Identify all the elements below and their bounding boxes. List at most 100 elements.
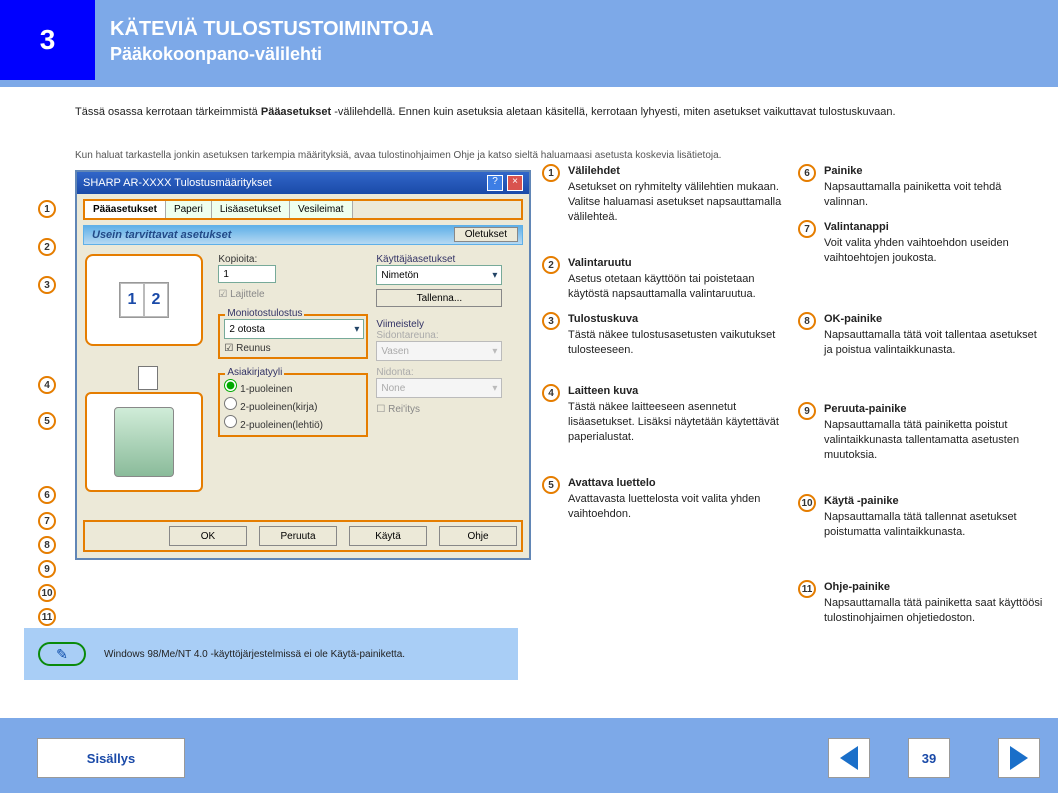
prev-page-button[interactable] (828, 738, 870, 778)
close-icon[interactable]: × (507, 175, 523, 191)
dialog-content: 1 2 Kopioita: 1 ☑ Lajittele Moniotostulo… (77, 250, 529, 496)
banner-text: Usein tarvittavat asetukset (92, 229, 231, 241)
staple-dropdown: None (376, 378, 502, 398)
note-box: ✎ Windows 98/Me/NT 4.0 -käyttöjärjestelm… (24, 628, 518, 680)
save-userset-button[interactable]: Tallenna... (376, 289, 502, 307)
ok-button[interactable]: OK (169, 526, 247, 546)
right-column: Käyttäjäasetukset Nimetön Tallenna... Vi… (376, 254, 521, 492)
preview-pages: 1 2 (119, 282, 169, 318)
tab-advanced[interactable]: Lisäasetukset (212, 201, 290, 218)
staple-label: Nidonta: (376, 367, 521, 378)
binding-dropdown: Vasen (376, 341, 502, 361)
help-button[interactable]: Ohje (439, 526, 517, 546)
userset-title: Käyttäjäasetukset (376, 254, 521, 265)
desc-3: TulostuskuvaTästä näkee tulostusasetuste… (568, 312, 788, 358)
preview-page-2: 2 (144, 283, 168, 317)
desc-5: Avattava luetteloAvattavasta luettelosta… (568, 476, 788, 522)
nup-group-title: Moniotostulostus (225, 308, 304, 319)
desc-8: OK-painikeNapsauttamalla tätä voit talle… (824, 312, 1044, 358)
docstyle-opt2[interactable]: 2-puoleinen(kirja) (224, 396, 362, 414)
tab-paper[interactable]: Paperi (166, 201, 212, 218)
page-subtitle: Pääkokoonpano-välilehti (110, 44, 322, 65)
userset-dropdown[interactable]: Nimetön (376, 265, 502, 285)
copies-label: Kopioita: (218, 254, 368, 265)
page-title: KÄTEVIÄ TULOSTUSTOIMINTOJA (110, 18, 434, 41)
desc-num-1: 1 (542, 164, 560, 182)
desc-4: Laitteen kuvaTästä näkee laitteeseen ase… (568, 384, 788, 444)
callout-9: 9 (38, 560, 56, 578)
desc-num-4: 4 (542, 384, 560, 402)
desc-11: Ohje-painikeNapsauttamalla tätä painiket… (824, 580, 1044, 626)
callout-2: 2 (38, 238, 56, 256)
docstyle-group: Asiakirjatyyli 1-puoleinen 2-puoleinen(k… (218, 373, 368, 437)
printer-icon (114, 407, 174, 477)
docstyle-opt1[interactable]: 1-puoleinen (224, 378, 362, 396)
footer: Sisällys 39 (0, 718, 1058, 793)
callout-1: 1 (38, 200, 56, 218)
desc-9: Peruuta-painikeNapsauttamalla tätä paini… (824, 402, 1044, 462)
apply-button[interactable]: Käytä (349, 526, 427, 546)
desc-num-11: 11 (798, 580, 816, 598)
callout-5: 5 (38, 412, 56, 430)
desc-1: VälilehdetAsetukset on ryhmitelty välile… (568, 164, 788, 224)
desc-num-5: 5 (542, 476, 560, 494)
nup-dropdown[interactable]: 2 otosta (224, 319, 364, 339)
chevron-right-icon (1010, 746, 1028, 770)
mid-column: Kopioita: 1 ☑ Lajittele Moniotostulostus… (218, 254, 368, 492)
preview-column: 1 2 (85, 254, 210, 492)
docstyle-opt3[interactable]: 2-puoleinen(lehtiö) (224, 414, 362, 432)
titlebar-help-icon[interactable]: ? (487, 175, 503, 191)
page-number: 39 (908, 738, 950, 778)
cancel-button[interactable]: Peruuta (259, 526, 337, 546)
intro-link: Pääasetukset (261, 106, 331, 118)
note-text: Windows 98/Me/NT 4.0 -käyttöjärjestelmis… (104, 648, 504, 661)
chapter-number: 3 (0, 0, 95, 80)
dialog-title: SHARP AR-XXXX Tulostusmääritykset (83, 177, 272, 189)
copies-input[interactable]: 1 (218, 265, 276, 283)
tab-main[interactable]: Pääasetukset (85, 201, 166, 218)
desc-7: ValintanappiVoit valita yhden vaihtoehdo… (824, 220, 1044, 266)
intro-before: Tässä osassa kerrotaan tärkeimmistä (75, 106, 261, 118)
desc-num-8: 8 (798, 312, 816, 330)
desc-2: ValintaruutuAsetus otetaan käyttöön tai … (568, 256, 788, 302)
callout-3: 3 (38, 276, 56, 294)
callout-6: 6 (38, 486, 56, 504)
desc-num-9: 9 (798, 402, 816, 420)
tab-bar: Pääasetukset Paperi Lisäasetukset Vesile… (83, 199, 523, 220)
defaults-button[interactable]: Oletukset (454, 227, 518, 242)
tab-watermarks[interactable]: Vesileimat (290, 201, 353, 218)
binding-label: Sidontareuna: (376, 330, 521, 341)
finish-title: Viimeistely (376, 319, 521, 330)
desc-num-10: 10 (798, 494, 816, 512)
desc-num-6: 6 (798, 164, 816, 182)
callout-7: 7 (38, 512, 56, 530)
nup-group: Moniotostulostus 2 otosta ☑ Reunus (218, 314, 368, 359)
note-icon: ✎ (38, 642, 86, 666)
document-icon (138, 366, 158, 390)
driver-dialog: SHARP AR-XXXX Tulostusmääritykset ? × Pä… (75, 170, 531, 560)
header-bar: 3 KÄTEVIÄ TULOSTUSTOIMINTOJA Pääkokoonpa… (0, 0, 1058, 87)
collate-checkbox[interactable]: ☑ Lajittele (218, 289, 368, 300)
callout-4: 4 (38, 376, 56, 394)
device-image (85, 392, 203, 492)
dialog-button-row: OK Peruuta Käytä Ohje (83, 520, 523, 552)
print-preview: 1 2 (85, 254, 203, 346)
intro-note: Kun haluat tarkastella jonkin asetuksen … (75, 150, 721, 161)
desc-10: Käytä -painikeNapsauttamalla tätä tallen… (824, 494, 1044, 540)
frequently-used-banner: Usein tarvittavat asetukset Oletukset (83, 225, 523, 245)
intro-after: -välilehdellä. Ennen kuin asetuksia alet… (334, 106, 895, 118)
chevron-left-icon (840, 746, 858, 770)
desc-6: PainikeNapsauttamalla painiketta voit te… (824, 164, 1044, 210)
desc-num-2: 2 (542, 256, 560, 274)
intro-paragraph: Tässä osassa kerrotaan tärkeimmistä Pääa… (75, 105, 1035, 120)
callout-10: 10 (38, 584, 56, 602)
callout-11: 11 (38, 608, 56, 626)
desc-num-3: 3 (542, 312, 560, 330)
border-checkbox[interactable]: ☑ Reunus (224, 343, 362, 354)
next-page-button[interactable] (998, 738, 1040, 778)
desc-num-7: 7 (798, 220, 816, 238)
punch-checkbox: ☐ Rei'itys (376, 404, 521, 415)
contents-button[interactable]: Sisällys (37, 738, 185, 778)
docstyle-title: Asiakirjatyyli (225, 367, 284, 378)
dialog-titlebar: SHARP AR-XXXX Tulostusmääritykset ? × (77, 172, 529, 194)
